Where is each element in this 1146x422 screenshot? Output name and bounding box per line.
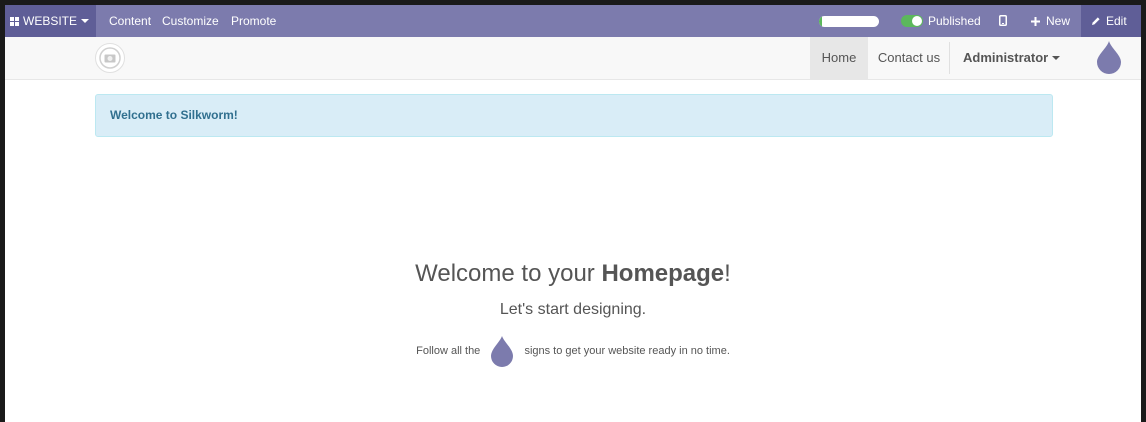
title-bold: Homepage <box>601 260 725 287</box>
grid-icon <box>10 17 19 26</box>
published-toggle[interactable]: Published <box>901 5 981 37</box>
edit-button[interactable]: Edit <box>1081 5 1141 37</box>
site-logo[interactable] <box>95 43 125 73</box>
camera-placeholder-icon <box>99 47 121 69</box>
website-label: WEBSITE <box>23 14 78 28</box>
user-name: Administrator <box>963 50 1049 65</box>
website-app-menu[interactable]: WEBSITE <box>5 5 96 37</box>
menu-promote[interactable]: Promote <box>231 5 276 37</box>
homepage-subtitle: Let's start designing. <box>499 301 647 318</box>
user-menu[interactable]: Administrator <box>963 37 1061 79</box>
toggle-switch-icon <box>901 15 923 27</box>
progress-fill <box>819 16 822 27</box>
plus-icon <box>1031 17 1040 26</box>
pencil-icon <box>1092 17 1100 25</box>
mobile-icon <box>999 15 1007 26</box>
hint-text-after: signs to get your website ready in no ti… <box>524 345 730 357</box>
homepage-hint: Follow all the signs to get your website… <box>0 335 1146 368</box>
homepage-title: Welcome to your Homepage! <box>0 260 1146 288</box>
mobile-preview-button[interactable] <box>999 5 1011 37</box>
hint-drop-icon <box>491 336 514 368</box>
chevron-down-icon <box>81 19 90 23</box>
menu-content[interactable]: Content <box>109 5 151 37</box>
nav-divider <box>949 42 950 74</box>
new-label: New <box>1046 14 1071 28</box>
edit-label: Edit <box>1106 14 1127 28</box>
title-prefix: Welcome to your <box>415 260 602 287</box>
hint-text-before: Follow all the <box>416 345 481 357</box>
nav-contact-us[interactable]: Contact us <box>875 37 943 79</box>
published-label: Published <box>928 14 981 28</box>
menu-customize[interactable]: Customize <box>162 5 219 37</box>
welcome-alert: Welcome to Silkworm! <box>95 94 1053 137</box>
hint-drop-icon[interactable] <box>1095 40 1123 74</box>
new-button[interactable]: New <box>1031 5 1070 37</box>
nav-home[interactable]: Home <box>810 37 868 79</box>
chevron-down-icon <box>1052 56 1061 60</box>
title-suffix: ! <box>724 260 731 287</box>
seo-progress-bar <box>819 16 879 27</box>
site-navbar: Home Contact us Administrator <box>5 37 1141 80</box>
admin-bar: WEBSITE Content Customize Promote Publis… <box>5 5 1141 37</box>
